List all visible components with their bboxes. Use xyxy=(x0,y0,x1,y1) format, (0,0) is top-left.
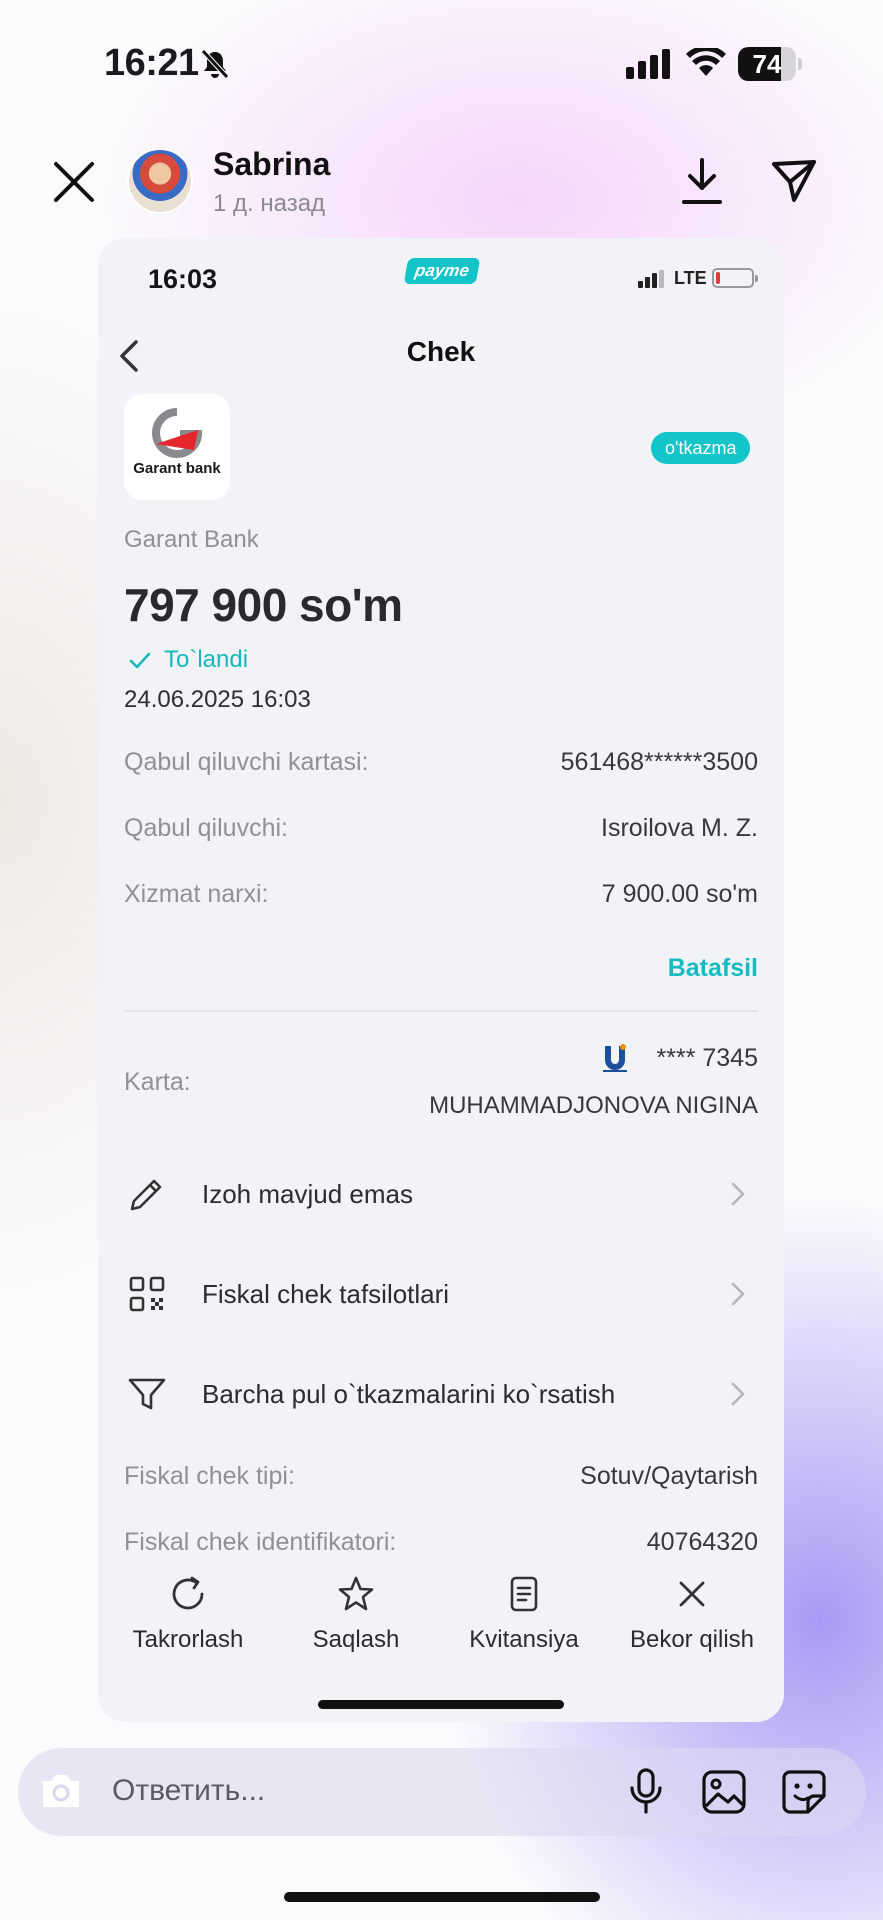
chevron-right-icon xyxy=(731,1282,745,1306)
bank-logo: Garant bank xyxy=(124,394,230,500)
status-text: To`landi xyxy=(164,646,249,673)
story-posted-ago: 1 д. назад xyxy=(213,190,326,217)
all-transfers-row-label: Barcha pul o`tkazmalarini ko`rsatish xyxy=(202,1378,616,1409)
filter-icon xyxy=(128,1378,166,1410)
detail-label-recipient: Qabul qiluvchi: xyxy=(124,814,288,842)
detail-label-card: Qabul qiluvchi kartasi: xyxy=(124,748,369,776)
home-indicator xyxy=(284,1892,600,1902)
payer-card-owner: MUHAMMADJONOVA NIGINA xyxy=(429,1092,758,1119)
send-icon[interactable] xyxy=(770,158,818,204)
garant-bank-logo-icon xyxy=(152,408,203,458)
details-link[interactable]: Batafsil xyxy=(668,954,758,983)
payme-logo: payme xyxy=(403,258,481,284)
comment-row[interactable]: Izoh mavjud emas xyxy=(124,1162,758,1226)
cancel-button[interactable]: Bekor qilish xyxy=(612,1574,772,1654)
fiscal-type-value: Sotuv/Qaytarish xyxy=(580,1462,758,1490)
fiscal-type-label: Fiskal chek tipi: xyxy=(124,1462,295,1490)
fiscal-id-value: 40764320 xyxy=(646,1528,758,1556)
payer-card-number: **** 7345 xyxy=(656,1044,758,1072)
inner-network-label: LTE xyxy=(674,268,707,288)
repeat-button[interactable]: Takrorlash xyxy=(108,1574,268,1654)
comment-row-label: Izoh mavjud emas xyxy=(202,1178,413,1209)
gallery-icon[interactable] xyxy=(700,1768,748,1816)
payment-amount: 797 900 so'm xyxy=(124,579,403,631)
receipt-icon xyxy=(510,1576,538,1612)
detail-value-fee: 7 900.00 so'm xyxy=(601,880,758,908)
inner-battery-icon xyxy=(712,268,758,288)
microphone-icon[interactable] xyxy=(626,1766,666,1816)
repeat-button-label: Takrorlash xyxy=(132,1626,244,1653)
reply-input[interactable] xyxy=(112,1768,492,1814)
battery-indicator: 74 xyxy=(738,47,802,81)
divider xyxy=(124,1010,758,1012)
avatar[interactable] xyxy=(127,148,193,214)
receipt-button-label: Kvitansiya xyxy=(469,1626,579,1653)
download-icon[interactable] xyxy=(680,156,724,206)
save-button-label: Saqlash xyxy=(312,1626,400,1653)
detail-label-fee: Xizmat narxi: xyxy=(124,880,269,908)
battery-percent: 74 xyxy=(752,49,782,79)
checkmark-icon xyxy=(129,652,151,669)
sticker-icon[interactable] xyxy=(780,1768,828,1816)
repeat-icon xyxy=(172,1576,204,1610)
save-button[interactable]: Saqlash xyxy=(276,1574,436,1654)
uzcard-icon xyxy=(603,1044,627,1072)
page-title: Chek xyxy=(406,336,476,367)
fiscal-details-row[interactable]: Fiskal chek tafsilotlari xyxy=(124,1262,758,1326)
cancel-button-label: Bekor qilish xyxy=(629,1626,755,1653)
card-label: Karta: xyxy=(124,1068,191,1096)
inner-status-time: 16:03 xyxy=(148,264,218,294)
transfer-badge: o'tkazma xyxy=(651,432,751,464)
close-story-icon[interactable] xyxy=(52,160,96,204)
bank-name: Garant Bank xyxy=(124,526,259,553)
status-bar-time: 16:21 xyxy=(104,42,199,84)
payment-datetime: 24.06.2025 16:03 xyxy=(124,686,311,713)
receipt-button[interactable]: Kvitansiya xyxy=(444,1574,604,1654)
bank-logo-label: Garant bank xyxy=(133,460,221,477)
inner-signal-icon xyxy=(638,270,664,288)
payment-status: To`landi xyxy=(128,645,248,675)
story-user-name[interactable]: Sabrina xyxy=(213,146,330,183)
all-transfers-row[interactable]: Barcha pul o`tkazmalarini ko`rsatish xyxy=(124,1362,758,1426)
reply-bar xyxy=(18,1748,866,1836)
bell-muted-icon xyxy=(201,49,229,79)
chevron-right-icon xyxy=(731,1382,745,1406)
close-icon xyxy=(679,1581,705,1607)
chevron-right-icon xyxy=(731,1182,745,1206)
receipt-screenshot: 16:03 payme LTE Chek Garant bank o'tkazm… xyxy=(98,238,784,1722)
detail-value-card: 561468******3500 xyxy=(560,748,758,776)
cellular-signal-icon xyxy=(626,49,670,79)
wifi-icon xyxy=(686,48,726,76)
inner-home-indicator xyxy=(318,1700,564,1709)
star-icon xyxy=(338,1576,374,1611)
fiscal-details-row-label: Fiskal chek tafsilotlari xyxy=(202,1278,450,1309)
pencil-icon xyxy=(130,1179,162,1211)
fiscal-id-label: Fiskal chek identifikatori: xyxy=(124,1528,397,1556)
qr-code-icon xyxy=(129,1276,165,1312)
camera-icon[interactable] xyxy=(40,1772,82,1810)
detail-value-recipient: Isroilova M. Z. xyxy=(601,814,758,842)
